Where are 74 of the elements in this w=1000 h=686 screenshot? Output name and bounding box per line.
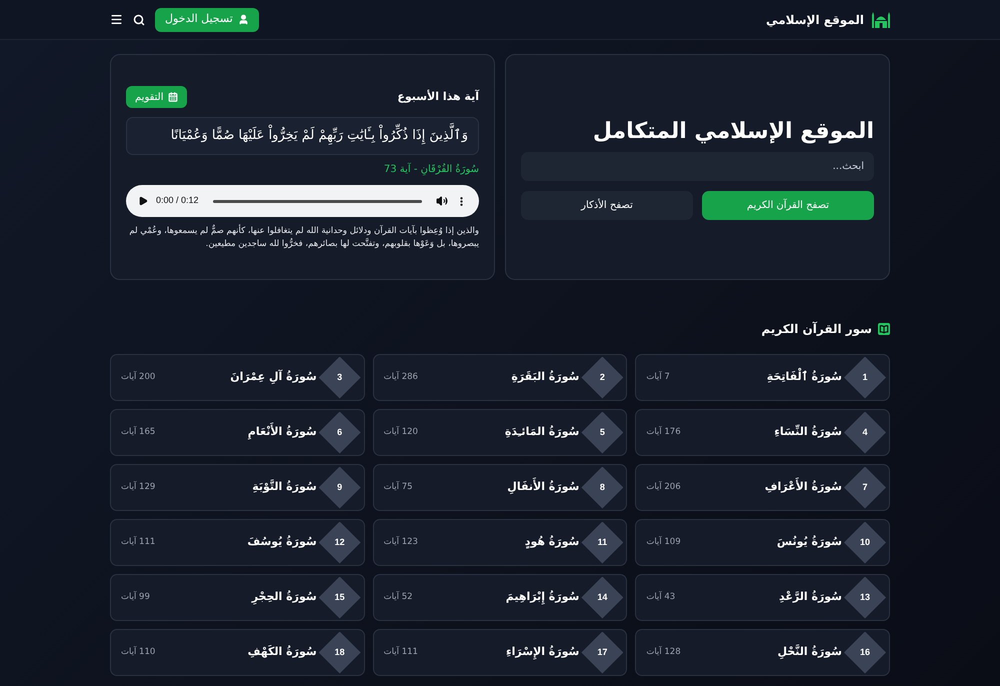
verse-count: 110 آيات [121, 646, 156, 659]
number-badge: 4 [844, 412, 886, 454]
section-title: آية هذا الأسبوع [397, 88, 479, 105]
surah-name: سُورَةُ الحِجْرِ [252, 589, 317, 606]
number-badge: 3 [318, 356, 361, 398]
verse-count: 206 آيات [646, 481, 681, 494]
audio-player[interactable]: 0:00 / 0:12 [126, 185, 479, 217]
number-badge: 18 [318, 632, 361, 674]
surah-name: سُورَةُ الأَنفَالِ [507, 479, 580, 496]
audio-progress-track[interactable] [212, 200, 422, 202]
surah-name: سُورَةُ البَقَرَةِ [511, 369, 580, 386]
verse-count: 52 آيات [384, 591, 413, 604]
number-badge: 11 [581, 522, 624, 564]
verse-count: 109 آيات [646, 536, 681, 549]
mosque-icon [872, 12, 890, 28]
user-icon [238, 14, 249, 25]
number-badge: 12 [318, 522, 361, 564]
number-badge: 5 [581, 412, 624, 454]
site-logo-text[interactable]: الموقع الإسلامي [766, 10, 864, 28]
number-badge: 10 [844, 522, 886, 564]
surah-name: سُورَةُ ٱلْفَاتِحَةِ [766, 369, 842, 386]
verse-count: 129 آيات [121, 481, 156, 494]
search-field[interactable]: ابحث... [521, 152, 874, 180]
surah-name: سُورَةُ الرَّعْدِ [779, 589, 842, 606]
number-badge: 8 [581, 466, 624, 508]
surah-name: سُورَةُ النِّسَاءِ [774, 424, 842, 440]
number-badge: 17 [581, 632, 624, 674]
surah-name: سُورَةُ الأَنْعَامِ [248, 424, 317, 441]
search-icon[interactable] [133, 14, 145, 26]
surah-name: سُورَةُ يُوسُفَ [247, 534, 317, 550]
verse-count: 165 آيات [121, 426, 156, 439]
audio-time: 0:00 / 0:12 [156, 194, 199, 208]
verse-count: 123 آيات [384, 536, 418, 549]
number-badge: 6 [318, 412, 361, 454]
surah-name: سُورَةُ الكَهْفِ [248, 644, 317, 660]
verse-count: 200 آيات [121, 371, 156, 384]
surah-name: سُورَةُ هُودٍ [524, 534, 580, 550]
verse-count: 128 آيات [646, 646, 681, 659]
number-badge: 13 [844, 576, 886, 618]
volume-icon[interactable] [436, 195, 448, 207]
number-badge: 14 [581, 576, 624, 618]
browse-button[interactable]: تصفح الأذكار [521, 190, 693, 220]
verse-count: 99 آيات [121, 591, 150, 604]
calendar-icon [168, 92, 178, 102]
verse-count: 75 آيات [384, 481, 413, 494]
tafsir-text: والذين إذا وُعِظوا بآيات القرآن ودلائل وحدانية الله لم يتغافلوا عنها، كأنهم صمٌّ لم يسمعوها، وعُمْي لم يبصروها، بل وَعَوْها بقلوبهم، وتفتَّحت لها بصائرهم، فخرُّوا لله ساجدين مطيعين. [128, 225, 479, 251]
number-badge: 1 [844, 356, 886, 398]
surah-name: سُورَةُ النَّحْلِ [777, 644, 842, 661]
surah-name: سُورَةُ الإِسْرَاءِ [506, 644, 580, 661]
number-badge: 7 [844, 466, 886, 508]
number-badge: 9 [318, 466, 361, 508]
hero-title: الموقع الإسلامي المتكامل [592, 118, 874, 146]
play-icon[interactable] [138, 196, 148, 206]
verse-count: 176 آيات [646, 426, 681, 439]
number-badge: 15 [318, 576, 361, 618]
surah-name: سُورَةُ الأَعْرَافِ [764, 479, 842, 496]
verse-reference: سُورَةُ الفُرْقَانِ - آية 73 [382, 163, 479, 177]
surah-name: سُورَةُ آلِ عِمْرَانَ [230, 369, 317, 386]
surah-name: سُورَةُ التَّوْبَةِ [252, 479, 317, 496]
book-icon [878, 323, 890, 335]
menu-icon[interactable] [110, 13, 123, 26]
number-badge: 16 [844, 632, 886, 674]
verse-count: 286 آيات [384, 371, 418, 384]
verse-count: 111 آيات [384, 646, 418, 659]
verse-count: 43 آيات [646, 591, 676, 604]
number-badge: 2 [581, 356, 624, 398]
verse-count: 111 آيات [121, 536, 156, 549]
verse-text: وَٱلَّذِينَ إِذَا ذُكِّرُواْ بِـَٔايَٰتِ رَبِّهِمْ لَمْ يَخِرُّواْ عَلَيْهَا صُمًّا وَعُمْيَانًا [126, 117, 479, 155]
surah-name: سُورَةُ إِبْرَاهِيمَ [506, 589, 580, 606]
verse-count: 7 آيات [646, 371, 670, 384]
surahs-heading: سور القرآن الكريم [761, 320, 872, 338]
verse-count: 120 آيات [384, 426, 418, 439]
surah-name: سُورَةُ المَائـِدَةِ [504, 424, 580, 440]
surah-name: سُورَةُ يُونُسَ [776, 534, 842, 550]
